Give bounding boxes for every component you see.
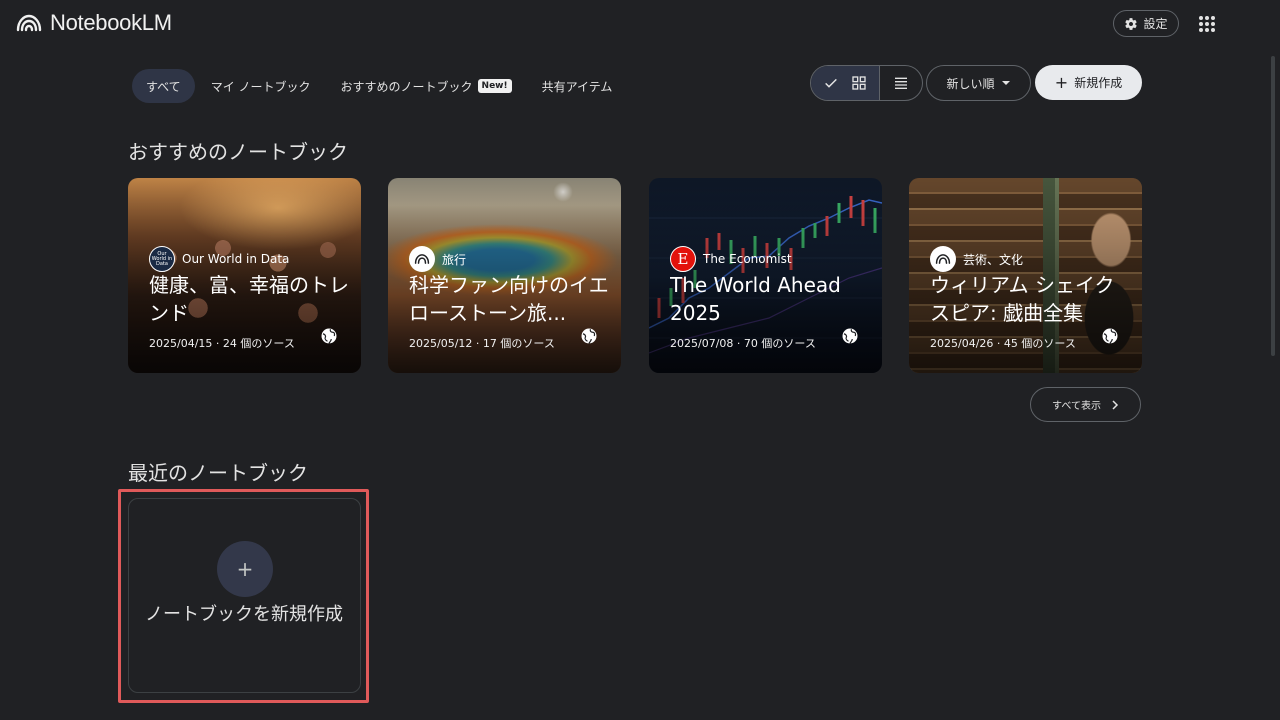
globe-icon [321, 328, 337, 344]
tab-my-notebooks-label: マイ ノートブック [210, 79, 311, 94]
featured-card[interactable]: Our World in Data Our World in Data 健康、富… [128, 178, 361, 373]
filter-tabs: すべて マイ ノートブック おすすめのノートブック New! 共有アイテム [132, 69, 628, 103]
owid-logo-icon: Our World in Data [149, 246, 175, 272]
featured-card[interactable]: E The Economist The World Ahead 2025 202… [649, 178, 882, 373]
create-label: 新規作成 [1074, 76, 1123, 90]
card-title: The World Ahead 2025 [670, 273, 841, 325]
tab-all[interactable]: すべて [132, 69, 195, 103]
gear-icon [1125, 17, 1138, 30]
new-badge: New! [477, 79, 512, 93]
new-notebook-card[interactable]: + ノートブックを新規作成 [128, 498, 361, 693]
recent-section-title: 最近のノートブック [128, 461, 308, 485]
tab-my-notebooks[interactable]: マイ ノートブック [197, 69, 325, 103]
sort-label: 新しい順 [946, 76, 995, 91]
card-title: 健康、富、幸福のトレンド [149, 273, 349, 325]
apps-grid-icon[interactable] [1196, 13, 1218, 35]
featured-card[interactable]: 芸術、文化 ウィリアム シェイクスピア: 戯曲全集 2025/04/26 · 4… [909, 178, 1142, 373]
card-source-label: 芸術、文化 [963, 252, 1024, 267]
card-source-label: The Economist [703, 252, 792, 266]
grid-view-button[interactable] [811, 66, 880, 100]
app-title: NotebookLM [50, 10, 172, 35]
scrollbar[interactable] [1271, 56, 1275, 356]
featured-section-title: おすすめのノートブック [128, 140, 348, 164]
card-source-label: Our World in Data [182, 252, 290, 266]
notebooklm-source-icon [409, 246, 435, 272]
notebooklm-logo-icon [16, 14, 42, 32]
card-source: Our World in Data Our World in Data [149, 246, 289, 272]
card-source: 芸術、文化 [930, 246, 1023, 272]
show-all-button[interactable]: すべて表示 [1030, 387, 1141, 422]
tab-featured-notebooks[interactable]: おすすめのノートブック New! [327, 69, 526, 103]
card-source-label: 旅行 [442, 252, 467, 267]
caret-down-icon [1001, 81, 1010, 85]
card-title: ウィリアム シェイクスピア: 戯曲全集 [930, 273, 1115, 325]
add-icon: + [217, 541, 273, 597]
plus-icon: + [1054, 72, 1069, 92]
tab-shared[interactable]: 共有アイテム [528, 69, 627, 103]
globe-icon [1102, 328, 1118, 344]
featured-card[interactable]: 旅行 科学ファン向けのイエローストーン旅... 2025/05/12 · 17 … [388, 178, 621, 373]
list-icon [895, 77, 907, 89]
chevron-right-icon [1112, 399, 1119, 410]
check-icon [825, 78, 837, 88]
economist-logo-icon: E [670, 246, 696, 272]
card-source: 旅行 [409, 246, 466, 272]
card-title: 科学ファン向けのイエローストーン旅... [409, 273, 609, 325]
tab-featured-label: おすすめのノートブック [340, 79, 473, 94]
view-toggle [810, 65, 923, 101]
card-source: E The Economist [670, 246, 792, 272]
tab-shared-label: 共有アイテム [541, 79, 613, 94]
list-view-button[interactable] [880, 66, 922, 100]
settings-label: 設定 [1143, 17, 1168, 31]
create-new-button[interactable]: + 新規作成 [1035, 65, 1142, 100]
app-header: NotebookLM 設定 [0, 0, 1280, 48]
card-meta: 2025/04/15 · 24 個のソース [149, 337, 295, 350]
card-meta: 2025/07/08 · 70 個のソース [670, 337, 816, 350]
globe-icon [842, 328, 858, 344]
app-logo[interactable]: NotebookLM [16, 10, 172, 36]
owid-logo-text: Our World in Data [151, 250, 173, 267]
economist-logo-letter: E [677, 249, 689, 268]
card-meta: 2025/04/26 · 45 個のソース [930, 337, 1076, 350]
new-notebook-label: ノートブックを新規作成 [145, 604, 343, 625]
sort-dropdown[interactable]: 新しい順 [926, 65, 1031, 101]
card-meta: 2025/05/12 · 17 個のソース [409, 337, 555, 350]
grid-icon [852, 76, 866, 90]
notebooklm-source-icon [930, 246, 956, 272]
tab-all-label: すべて [146, 79, 181, 94]
globe-icon [581, 328, 597, 344]
settings-button[interactable]: 設定 [1113, 10, 1179, 37]
show-all-label: すべて表示 [1052, 401, 1101, 412]
